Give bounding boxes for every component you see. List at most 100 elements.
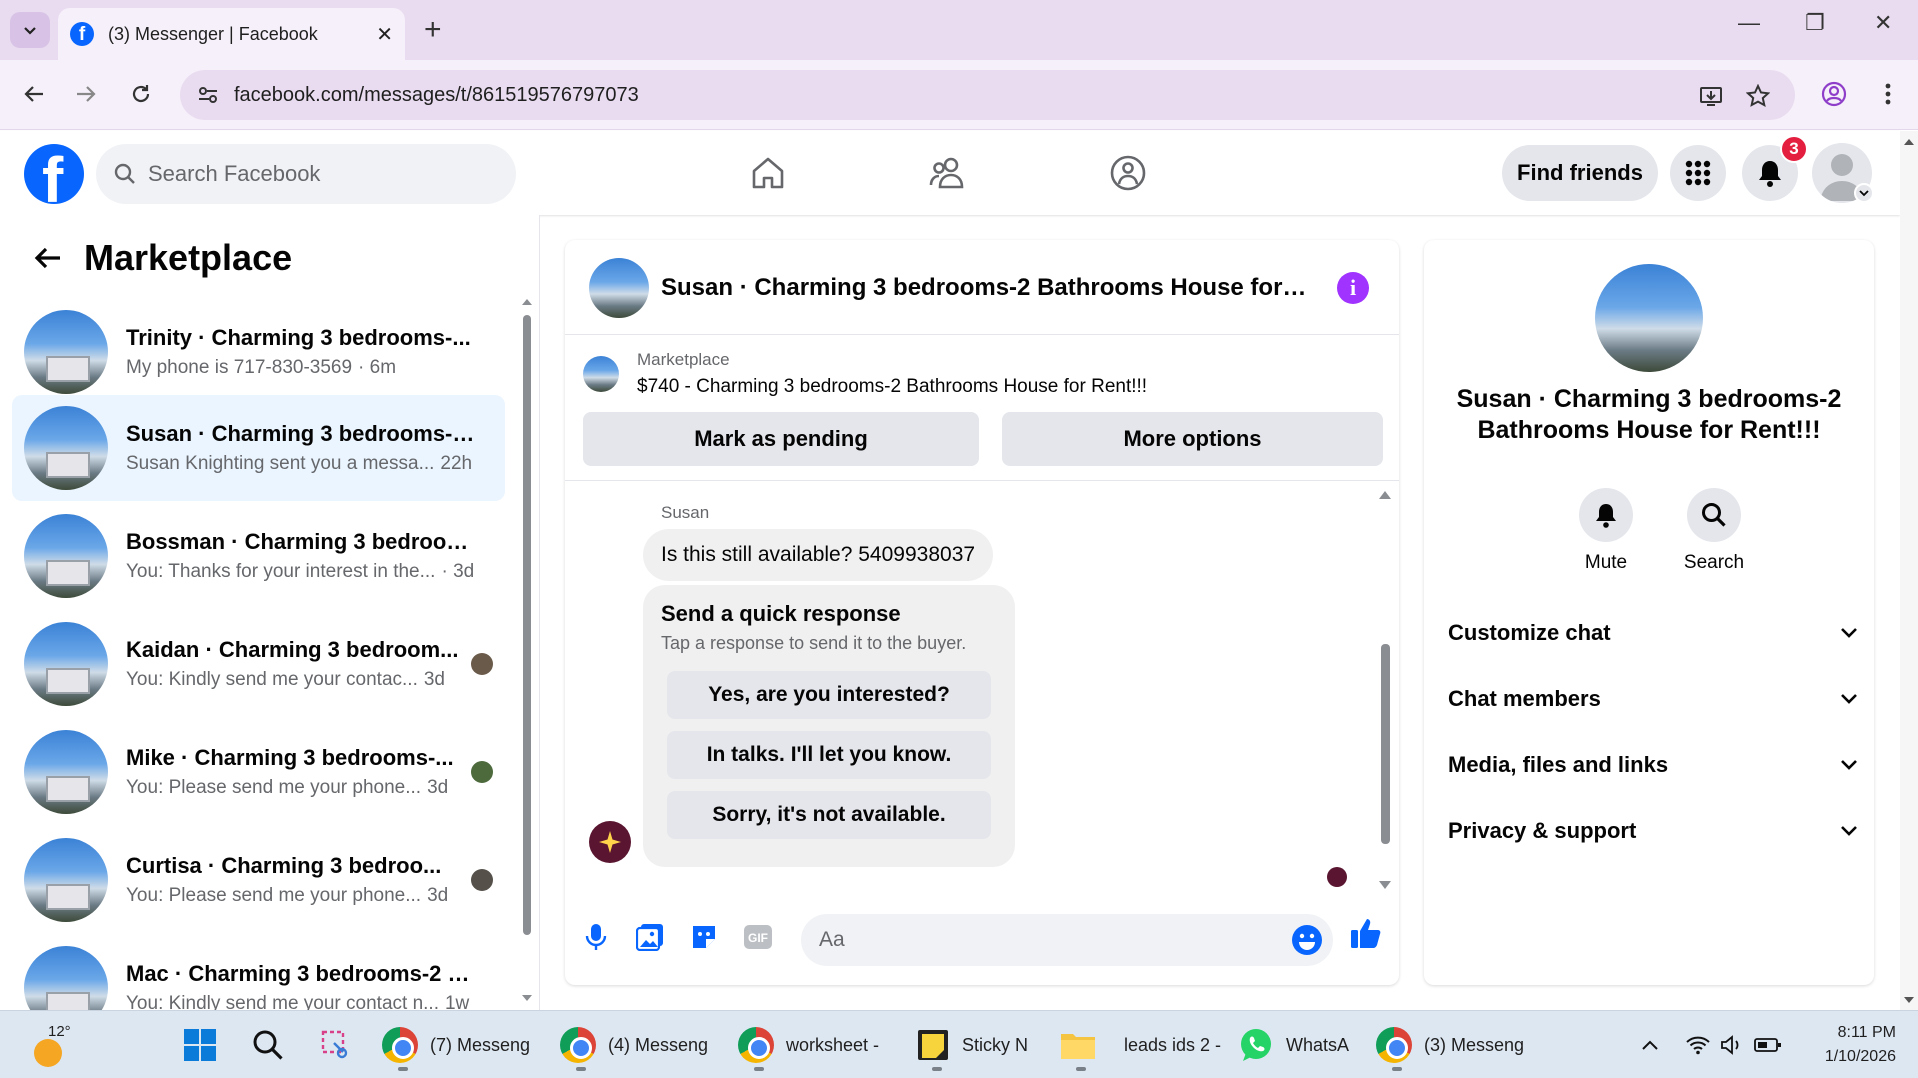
find-friends-button[interactable]: Find friends (1502, 145, 1658, 201)
mute-button[interactable]: Mute (1561, 488, 1651, 574)
taskbar-app-chrome-messenger-7[interactable]: (7) Messeng (382, 1021, 531, 1071)
windows-start-icon[interactable] (180, 1025, 220, 1065)
thumbs-up-icon[interactable] (1349, 916, 1383, 950)
conversation-item[interactable]: Curtisa · Charming 3 bedroo... You: Plea… (12, 827, 505, 933)
incoming-message[interactable]: Is this still available? 5409938037 (643, 529, 994, 581)
bookmark-star-icon[interactable] (1742, 80, 1774, 112)
chat-avatar[interactable] (589, 258, 649, 318)
chrome-icon (738, 1027, 774, 1063)
url-text: facebook.com/messages/t/861519576797073 (234, 83, 639, 106)
conversation-preview: You: Please send me your phone... (126, 777, 422, 798)
conversation-item[interactable]: Trinity · Charming 3 bedrooms-... My pho… (12, 299, 505, 405)
taskbar-app-label: Sticky N (962, 1034, 1029, 1055)
quick-reply-button[interactable]: Yes, are you interested? (667, 671, 991, 719)
grid-icon (1685, 160, 1711, 186)
section-label: Customize chat (1448, 620, 1611, 645)
tab-search-button[interactable] (10, 12, 50, 48)
privacy-support-section[interactable]: Privacy & support (1448, 806, 1858, 856)
gif-icon[interactable]: GIF (741, 920, 775, 954)
chat-members-section[interactable]: Chat members (1448, 674, 1858, 724)
volume-icon[interactable] (1718, 1031, 1746, 1059)
chat-scrollbar[interactable] (1377, 490, 1393, 890)
tab-title: (3) Messenger | Facebook (108, 23, 318, 44)
back-arrow-button[interactable] (30, 240, 66, 276)
tray-chevron-up-icon[interactable] (1636, 1031, 1664, 1059)
minimize-icon[interactable]: — (1738, 10, 1760, 36)
home-icon[interactable] (746, 151, 790, 195)
search-in-conversation-button[interactable]: Search (1669, 488, 1759, 574)
info-icon[interactable]: i (1337, 272, 1369, 304)
media-files-links-section[interactable]: Media, files and links (1448, 740, 1858, 790)
photo-icon[interactable] (633, 920, 667, 954)
conversation-item[interactable]: Kaidan · Charming 3 bedroom... You: Kind… (12, 611, 505, 717)
conversation-name: Curtisa · Charming 3 bedroo... (126, 853, 442, 878)
conversation-name: Kaidan · Charming 3 bedroom... (126, 637, 459, 662)
address-bar[interactable]: facebook.com/messages/t/861519576797073 (180, 70, 1795, 120)
menu-grid-button[interactable] (1670, 145, 1726, 201)
taskbar-app-chrome-worksheet[interactable]: worksheet - (738, 1021, 879, 1071)
listing-avatar (24, 838, 108, 922)
taskbar-app-chrome-messenger-4[interactable]: (4) Messeng (560, 1021, 708, 1071)
taskbar-app-label: leads ids 2 - (1124, 1034, 1222, 1055)
weather-widget[interactable]: 12° (30, 1021, 80, 1069)
reload-icon[interactable] (125, 78, 157, 110)
system-clock[interactable]: 8:11 PM 1/10/2026 (1800, 1021, 1896, 1069)
wifi-icon[interactable] (1684, 1031, 1712, 1059)
conversation-name: Mike · Charming 3 bedrooms-... (126, 745, 454, 770)
more-options-button[interactable]: More options (1002, 412, 1383, 466)
taskbar-app-label: (3) Messeng (1424, 1034, 1525, 1055)
back-arrow-icon[interactable] (18, 78, 50, 110)
chrome-profile-icon[interactable] (1818, 78, 1850, 110)
weather-sun-icon (34, 1039, 62, 1067)
facebook-logo-icon[interactable]: f (24, 144, 84, 204)
groups-icon[interactable] (1106, 151, 1150, 195)
taskbar-app-label: (7) Messeng (430, 1034, 531, 1055)
tab-close-icon[interactable]: ✕ (376, 22, 393, 47)
taskbar-search-icon[interactable] (248, 1025, 288, 1065)
conversation-item[interactable]: Mike · Charming 3 bedrooms-... You: Plea… (12, 719, 505, 825)
window-close-icon[interactable]: ✕ (1874, 10, 1892, 36)
facebook-header: f Search Facebook Find friends 3 (0, 131, 1900, 215)
conversation-item[interactable]: Mac · Charming 3 bedrooms-2 B... You: Ki… (12, 935, 505, 1010)
conversation-name: Bossman · Charming 3 bedroom... (126, 529, 476, 554)
site-settings-icon[interactable] (196, 83, 220, 107)
notification-badge: 3 (1780, 135, 1808, 163)
install-app-icon[interactable] (1695, 80, 1727, 112)
sticker-icon[interactable] (687, 920, 721, 954)
microphone-icon[interactable] (579, 920, 613, 954)
quick-reply-button[interactable]: Sorry, it's not available. (667, 791, 991, 839)
chat-info-name: Susan · Charming 3 bedrooms-2 Bathrooms … (1456, 385, 1842, 444)
conversation-item[interactable]: Bossman · Charming 3 bedroom... You: Tha… (12, 503, 505, 609)
account-chevron-icon[interactable] (1854, 183, 1874, 203)
snipping-tool-icon[interactable] (316, 1025, 356, 1065)
taskbar-app-whatsapp[interactable]: WhatsA (1238, 1021, 1349, 1069)
taskbar-app-label: WhatsA (1286, 1034, 1350, 1055)
message-input[interactable]: Aa (801, 914, 1333, 966)
mark-as-pending-button[interactable]: Mark as pending (583, 412, 979, 466)
taskbar-app-sticky-notes[interactable]: Sticky N (916, 1021, 1029, 1071)
conversation-list-scrollbar[interactable] (522, 297, 532, 1001)
taskbar-app-chrome-messenger-3[interactable]: (3) Messeng (1376, 1021, 1525, 1071)
facebook-search-input[interactable]: Search Facebook (96, 144, 516, 204)
quick-reply-button[interactable]: In talks. I'll let you know. (667, 731, 991, 779)
battery-icon[interactable] (1754, 1031, 1782, 1059)
conversation-preview: You: Kindly send me your contac... (126, 669, 418, 690)
chat-info-avatar[interactable] (1595, 264, 1703, 372)
seen-avatar (471, 761, 493, 783)
new-tab-button[interactable]: + (424, 12, 442, 48)
marketplace-conversation-list: Marketplace Trinity · Charming 3 bedroom… (0, 215, 540, 1010)
friends-icon[interactable] (926, 151, 970, 195)
clock-time: 8:11 PM (1837, 1024, 1896, 1041)
chrome-menu-icon[interactable] (1872, 78, 1904, 110)
conversation-item-active[interactable]: Susan · Charming 3 bedrooms-2... Susan K… (12, 395, 505, 501)
restore-icon[interactable]: ❐ (1805, 10, 1825, 36)
forward-arrow-icon[interactable] (70, 78, 102, 110)
emoji-icon[interactable] (1291, 924, 1323, 961)
chat-title[interactable]: Susan · Charming 3 bedrooms-2 Bathrooms … (661, 274, 1311, 302)
marketplace-title: Marketplace (84, 237, 293, 278)
taskbar-app-file-explorer[interactable]: leads ids 2 - (1060, 1021, 1222, 1071)
browser-tab-active[interactable]: f (3) Messenger | Facebook ✕ (58, 8, 405, 60)
page-scrollbar[interactable] (1900, 131, 1918, 1010)
customize-chat-section[interactable]: Customize chat (1448, 608, 1858, 658)
chat-header: Susan · Charming 3 bedrooms-2 Bathrooms … (565, 240, 1399, 335)
